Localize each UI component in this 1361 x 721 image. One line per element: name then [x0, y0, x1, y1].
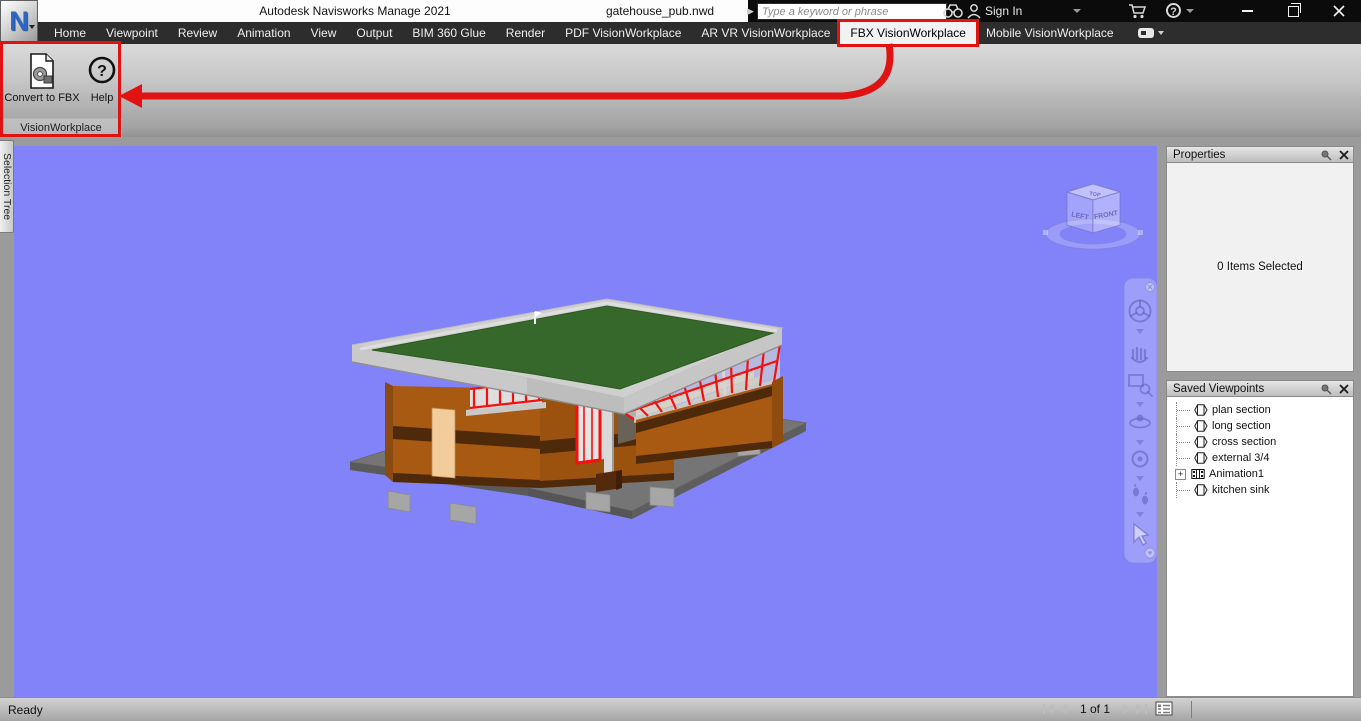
help-circle-icon: ?: [88, 56, 116, 84]
list-item[interactable]: long section: [1167, 418, 1353, 434]
selection-tree-tab[interactable]: Selection Tree: [0, 140, 14, 233]
viewpoint-icon: [1194, 452, 1208, 464]
visionworkplace-panel: Convert to FBX ? Help VisionWorkplace: [0, 44, 122, 138]
application-menu-button[interactable]: N: [0, 0, 38, 42]
properties-panel: Properties 0 Items Selected: [1166, 146, 1354, 372]
fbx-file-icon: [30, 53, 54, 89]
sign-in-button[interactable]: Sign In: [985, 0, 1022, 22]
statusbar-separator: [1191, 701, 1192, 718]
document-name: gatehouse_pub.nwd: [575, 0, 745, 22]
viewport-canvas[interactable]: TOP LEFT FRONT: [14, 146, 1157, 697]
tab-pdf-visionworkplace[interactable]: PDF VisionWorkplace: [555, 22, 691, 44]
navigation-bar[interactable]: [1123, 277, 1157, 564]
convert-to-fbx-button[interactable]: Convert to FBX: [2, 50, 82, 104]
list-item[interactable]: plan section: [1167, 402, 1353, 418]
tab-render[interactable]: Render: [496, 22, 555, 44]
viewpoint-icon: [1194, 404, 1208, 416]
tree-branch: [1176, 482, 1194, 498]
ribbon-body: Convert to FBX ? Help VisionWorkplace: [0, 44, 1361, 139]
panel-label: VisionWorkplace: [0, 118, 122, 138]
saved-viewpoints-panel: Saved Viewpoints plan section long secti…: [1166, 380, 1354, 697]
tab-bim-360-glue[interactable]: BIM 360 Glue: [402, 22, 495, 44]
tab-animation[interactable]: Animation: [227, 22, 300, 44]
list-item[interactable]: Animation1: [1167, 466, 1353, 482]
svg-text:?: ?: [97, 63, 107, 80]
main-area: Selection Tree TOP LEFT FRONT Properties…: [0, 137, 1361, 697]
selection-status-text: 0 Items Selected: [1217, 261, 1303, 273]
tab-ar-vr-visionworkplace[interactable]: AR VR VisionWorkplace: [691, 22, 840, 44]
ribbon-tab-bar: Home Viewpoint Review Animation View Out…: [0, 19, 1361, 47]
minimize-button[interactable]: [1226, 0, 1268, 22]
properties-title: Properties: [1173, 148, 1226, 161]
ribbon-display-toggle[interactable]: [1137, 22, 1164, 44]
expand-icon[interactable]: [1175, 468, 1186, 480]
close-icon[interactable]: [1339, 149, 1349, 160]
close-icon[interactable]: [1339, 383, 1349, 394]
tab-view[interactable]: View: [301, 22, 347, 44]
sheet-browser-icon[interactable]: [1155, 701, 1173, 716]
viewpoint-icon: [1194, 484, 1208, 496]
tab-viewpoint[interactable]: Viewpoint: [96, 22, 168, 44]
list-item[interactable]: kitchen sink: [1167, 482, 1353, 498]
tree-branch: [1176, 418, 1194, 434]
list-item[interactable]: external 3/4: [1167, 450, 1353, 466]
tab-review[interactable]: Review: [168, 22, 227, 44]
pin-icon[interactable]: [1320, 149, 1332, 161]
navbar-close-icon[interactable]: [1145, 282, 1155, 292]
status-bar: Ready 1 of 1: [0, 697, 1361, 721]
viewpoint-icon: [1194, 436, 1208, 448]
sign-in-dropdown-icon[interactable]: [1073, 9, 1081, 13]
next-page-button[interactable]: [1122, 703, 1132, 715]
viewpoint-icon: [1194, 420, 1208, 432]
help-button[interactable]: ? Help: [84, 50, 120, 104]
title-bar: Autodesk Navisworks Manage 2021 gatehous…: [0, 0, 1361, 22]
tree-branch: [1176, 402, 1194, 418]
user-icon: [967, 4, 981, 19]
tree-branch: [1176, 434, 1194, 450]
tab-mobile-visionworkplace[interactable]: Mobile VisionWorkplace: [976, 22, 1124, 44]
first-page-button[interactable]: [1042, 703, 1055, 715]
last-page-button[interactable]: [1135, 703, 1148, 715]
close-button[interactable]: [1318, 0, 1360, 22]
navisworks-logo: N: [9, 6, 29, 36]
prev-page-button[interactable]: [1058, 703, 1068, 715]
toolbar-expand-icon[interactable]: ▶: [747, 4, 754, 18]
chevron-down-icon: [29, 25, 35, 29]
tab-output[interactable]: Output: [346, 22, 402, 44]
sheet-pager: 1 of 1: [1042, 701, 1173, 716]
chevron-down-icon: [1157, 31, 1164, 35]
tree-branch: [1176, 450, 1194, 466]
navbar-more-icon[interactable]: [1144, 547, 1156, 559]
tab-home[interactable]: Home: [44, 22, 96, 44]
properties-content: 0 Items Selected: [1166, 163, 1354, 372]
ribbon-state-icon: [1137, 28, 1154, 38]
animation-icon: [1191, 469, 1205, 479]
page-indicator: 1 of 1: [1080, 701, 1111, 716]
navisworks-window: Autodesk Navisworks Manage 2021 gatehous…: [0, 0, 1361, 721]
status-text: Ready: [8, 703, 43, 717]
binoculars-icon[interactable]: [943, 3, 963, 18]
search-input[interactable]: [757, 3, 947, 20]
pin-icon[interactable]: [1320, 383, 1332, 395]
list-item[interactable]: cross section: [1167, 434, 1353, 450]
viewpoints-tree: plan section long section cross section …: [1166, 397, 1354, 697]
cart-icon[interactable]: [1128, 4, 1148, 19]
gatehouse-model[interactable]: [349, 298, 808, 525]
saved-viewpoints-title: Saved Viewpoints: [1173, 382, 1265, 395]
saved-viewpoints-title-bar[interactable]: Saved Viewpoints: [1166, 380, 1354, 397]
help-label: Help: [90, 92, 114, 104]
viewcube[interactable]: TOP LEFT FRONT: [1043, 183, 1143, 250]
properties-title-bar[interactable]: Properties: [1166, 146, 1354, 163]
maximize-button[interactable]: [1272, 0, 1314, 22]
convert-to-fbx-label: Convert to FBX: [4, 92, 80, 104]
infocenter-help-icon[interactable]: ?: [1166, 3, 1181, 18]
help-dropdown-icon[interactable]: [1186, 9, 1194, 13]
tab-fbx-visionworkplace[interactable]: FBX VisionWorkplace: [837, 19, 979, 47]
